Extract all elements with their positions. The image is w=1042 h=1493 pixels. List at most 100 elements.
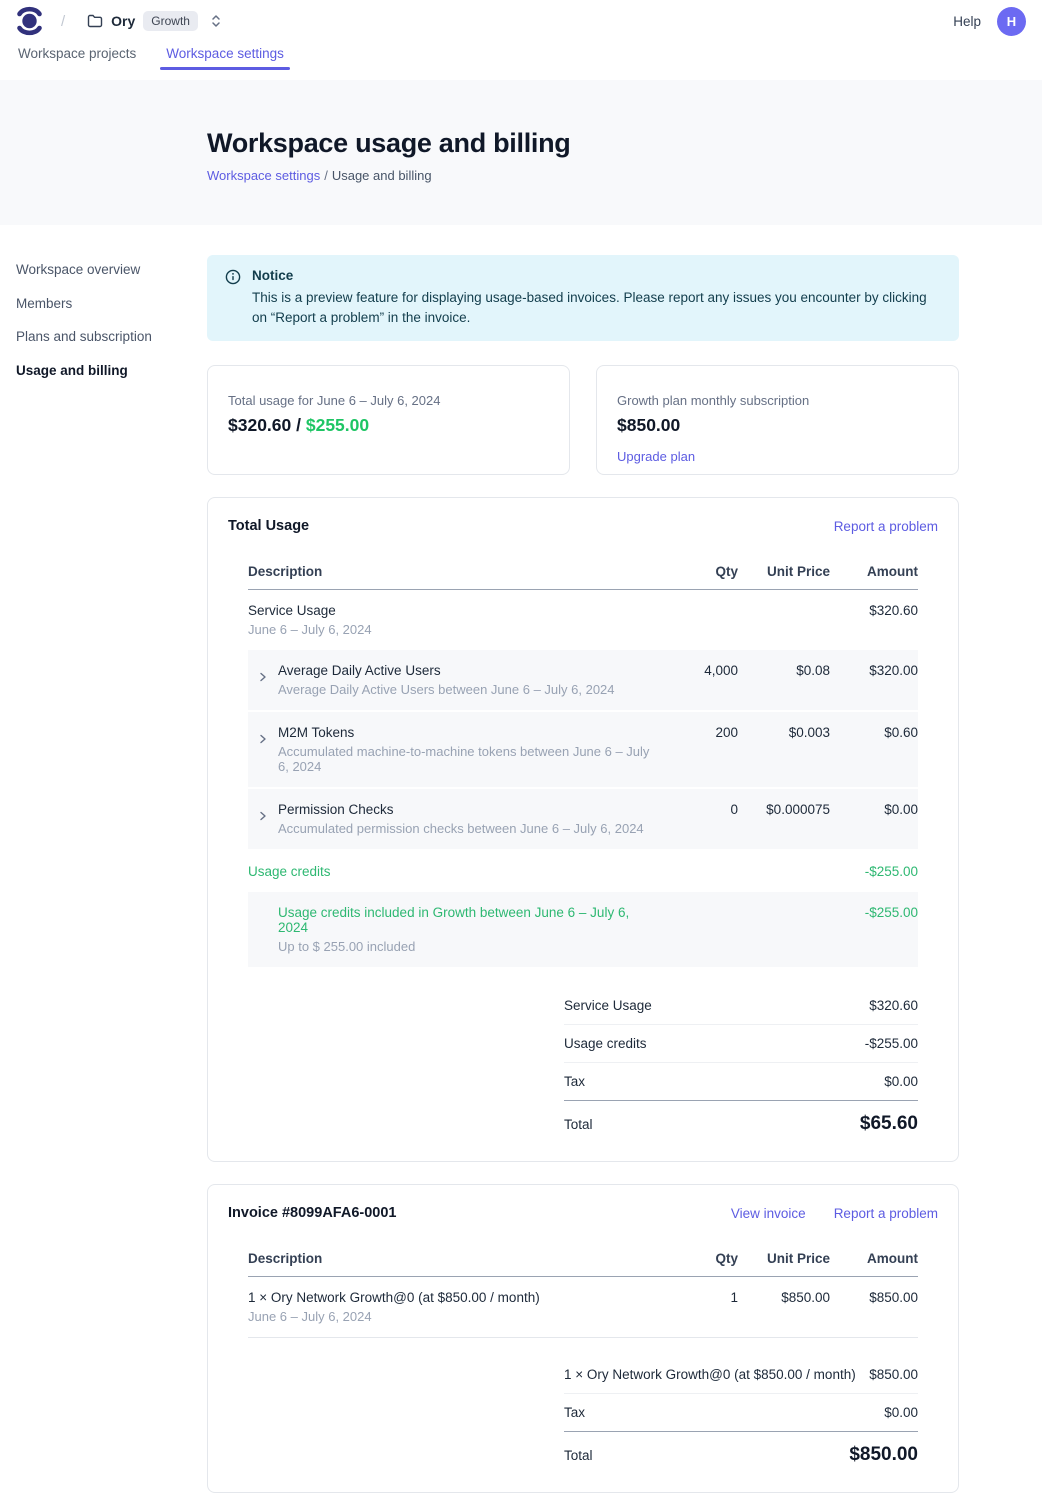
summary-row: 1 × Ory Network Growth@0 (at $850.00 / m… <box>564 1356 918 1394</box>
row-subtitle: June 6 – July 6, 2024 <box>248 622 372 637</box>
invoice-table-header: Description Qty Unit Price Amount <box>248 1243 918 1277</box>
breadcrumb-slash: / <box>61 13 65 30</box>
row-amount: $320.00 <box>830 663 918 697</box>
usage-table-header: Description Qty Unit Price Amount <box>248 556 918 590</box>
avatar[interactable]: H <box>997 7 1026 36</box>
sidebar-item-members[interactable]: Members <box>16 295 207 313</box>
invoice-summary: 1 × Ory Network Growth@0 (at $850.00 / m… <box>564 1356 918 1468</box>
row-unit-price <box>738 864 830 879</box>
summary-label: Usage credits <box>564 1036 647 1051</box>
summary-label: Tax <box>564 1405 585 1420</box>
topbar: / Ory Growth Help H <box>0 0 1042 42</box>
page-title: Workspace usage and billing <box>207 128 1042 159</box>
breadcrumb-settings-link[interactable]: Workspace settings <box>207 168 320 183</box>
help-link[interactable]: Help <box>953 14 981 29</box>
table-row: Service Usage June 6 – July 6, 2024 $320… <box>248 590 918 650</box>
workspace-tabs: Workspace projects Workspace settings <box>0 42 1042 80</box>
summary-value: $0.00 <box>884 1405 918 1420</box>
invoice-table: Description Qty Unit Price Amount 1 × Or… <box>248 1243 918 1338</box>
summary-row: Service Usage $320.60 <box>564 987 918 1025</box>
sidebar-item-usage-billing[interactable]: Usage and billing <box>16 362 207 380</box>
summary-row: Usage credits -$255.00 <box>564 1025 918 1063</box>
row-amount: -$255.00 <box>830 864 918 879</box>
sidebar-item-workspace-overview[interactable]: Workspace overview <box>16 261 207 279</box>
report-problem-link[interactable]: Report a problem <box>834 1206 938 1221</box>
breadcrumb-current: Usage and billing <box>332 168 432 183</box>
usage-spent: $320.60 <box>228 415 291 435</box>
total-label: Total <box>564 1448 593 1463</box>
row-amount: $850.00 <box>830 1290 918 1324</box>
summary-row: Tax $0.00 <box>564 1394 918 1432</box>
row-title: Usage credits included in Growth between… <box>278 905 660 935</box>
total-value: $850.00 <box>849 1444 918 1466</box>
up-down-chevrons-icon[interactable] <box>210 13 222 29</box>
row-title: M2M Tokens <box>278 725 660 740</box>
chevron-right-icon[interactable] <box>248 663 278 682</box>
row-unit-price <box>738 905 830 954</box>
total-usage-value: $320.60 / $255.00 <box>228 415 549 436</box>
total-value: $65.60 <box>860 1113 918 1135</box>
row-amount: -$255.00 <box>830 905 918 954</box>
sidebar-item-plans-subscription[interactable]: Plans and subscription <box>16 328 207 346</box>
notice-title: Notice <box>252 268 941 283</box>
chevron-right-icon[interactable] <box>248 802 278 821</box>
row-subtitle: Accumulated machine-to-machine tokens be… <box>278 744 660 774</box>
view-invoice-link[interactable]: View invoice <box>731 1206 806 1221</box>
settings-sidenav: Workspace overview Members Plans and sub… <box>0 225 207 379</box>
breadcrumb-separator: / <box>324 168 328 183</box>
col-unit-price: Unit Price <box>738 564 830 579</box>
col-unit-price: Unit Price <box>738 1251 830 1266</box>
col-description: Description <box>248 564 660 579</box>
col-description: Description <box>248 1251 660 1266</box>
summary-value: $850.00 <box>869 1367 918 1382</box>
total-usage-card: Total usage for June 6 – July 6, 2024 $3… <box>207 365 570 475</box>
summary-label: Service Usage <box>564 998 652 1013</box>
summary-total-row: Total $850.00 <box>564 1432 918 1468</box>
plan-card: Growth plan monthly subscription $850.00… <box>596 365 959 475</box>
row-subtitle: Average Daily Active Users between June … <box>278 682 615 697</box>
breadcrumb: Workspace settings / Usage and billing <box>207 168 1042 183</box>
workspace-switcher[interactable]: Ory Growth <box>87 11 222 31</box>
plan-label: Growth plan monthly subscription <box>617 393 938 408</box>
row-title: 1 × Ory Network Growth@0 (at $850.00 / m… <box>248 1290 540 1305</box>
total-usage-label: Total usage for June 6 – July 6, 2024 <box>228 393 549 408</box>
chevron-right-icon[interactable] <box>248 725 278 744</box>
summary-value: $0.00 <box>884 1074 918 1089</box>
report-problem-link[interactable]: Report a problem <box>834 519 938 534</box>
table-row: Usage credits included in Growth between… <box>248 892 918 969</box>
plan-value: $850.00 <box>617 415 938 436</box>
notice-banner: Notice This is a preview feature for dis… <box>207 255 959 341</box>
row-qty: 4,000 <box>660 663 738 697</box>
tab-workspace-projects[interactable]: Workspace projects <box>16 42 138 70</box>
tab-workspace-settings[interactable]: Workspace settings <box>164 42 286 70</box>
total-usage-invoice-card: Total Usage Report a problem Description… <box>207 497 959 1162</box>
plan-badge: Growth <box>143 11 198 31</box>
ory-logo-icon[interactable] <box>16 6 43 36</box>
usage-separator: / <box>291 415 306 435</box>
table-row: Usage credits -$255.00 <box>248 851 918 892</box>
usage-credit: $255.00 <box>306 415 369 435</box>
row-amount: $320.60 <box>830 603 918 637</box>
row-qty: 0 <box>660 802 738 836</box>
col-amount: Amount <box>830 1251 918 1266</box>
row-qty <box>660 603 738 637</box>
total-label: Total <box>564 1117 593 1132</box>
main-content: Notice This is a preview feature for dis… <box>207 225 959 1493</box>
summary-value: -$255.00 <box>865 1036 918 1051</box>
table-row: M2M Tokens Accumulated machine-to-machin… <box>248 712 918 789</box>
upgrade-plan-link[interactable]: Upgrade plan <box>617 449 695 464</box>
folder-icon <box>87 13 103 29</box>
row-title: Service Usage <box>248 603 372 618</box>
summary-row: Tax $0.00 <box>564 1063 918 1101</box>
row-qty: 200 <box>660 725 738 774</box>
summary-value: $320.60 <box>869 998 918 1013</box>
row-qty <box>660 864 738 879</box>
row-unit-price: $0.08 <box>738 663 830 697</box>
info-icon <box>225 269 241 327</box>
row-amount: $0.60 <box>830 725 918 774</box>
usage-card-title: Total Usage <box>228 518 309 534</box>
row-title: Average Daily Active Users <box>278 663 615 678</box>
row-title: Usage credits <box>248 864 331 879</box>
row-subtitle: June 6 – July 6, 2024 <box>248 1309 540 1324</box>
row-unit-price: $850.00 <box>738 1290 830 1324</box>
